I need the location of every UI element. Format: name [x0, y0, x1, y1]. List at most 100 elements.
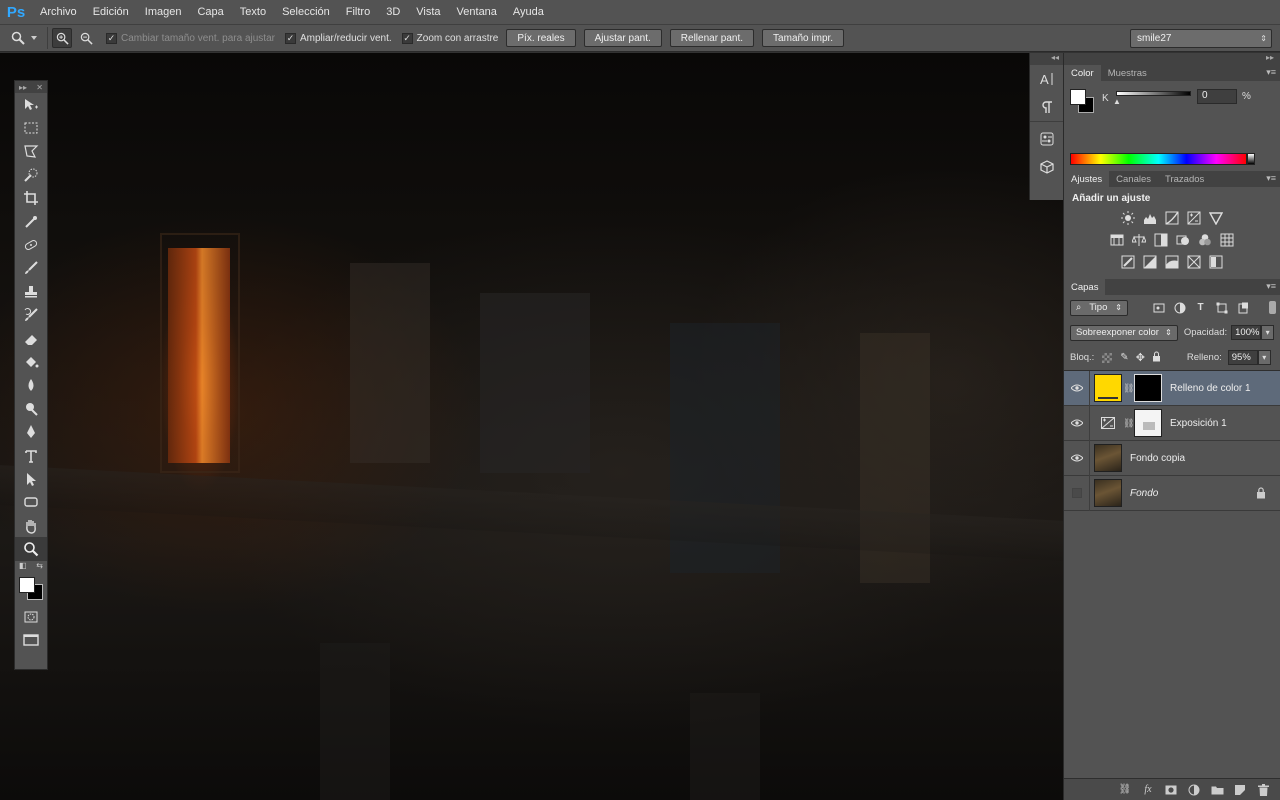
- new-layer-icon[interactable]: [1233, 783, 1247, 797]
- type-tool[interactable]: [15, 444, 47, 467]
- link-mask-icon[interactable]: ⛓: [1123, 383, 1134, 394]
- opacity-input[interactable]: 100%: [1231, 325, 1262, 340]
- layer-image-thumbnail[interactable]: [1094, 444, 1122, 472]
- tools-panel-header[interactable]: ▸▸ ✕: [15, 81, 47, 93]
- character-panel-button[interactable]: A: [1030, 65, 1064, 93]
- workspace-switcher[interactable]: smile27 ⇕: [1130, 29, 1272, 48]
- mask-icon[interactable]: [1164, 783, 1178, 797]
- black-white-ramp[interactable]: [1247, 153, 1255, 165]
- menu-filtro[interactable]: Filtro: [338, 0, 378, 24]
- layer-mask-thumbnail[interactable]: [1134, 374, 1162, 402]
- blend-mode-select[interactable]: Sobreexponer color ⇕: [1070, 324, 1178, 341]
- tab-swatches[interactable]: Muestras: [1101, 65, 1154, 81]
- filter-toggle[interactable]: [1269, 301, 1276, 314]
- quick-selection-tool[interactable]: [15, 163, 47, 186]
- panel-menu-icon[interactable]: ▾≡: [1266, 281, 1276, 292]
- pen-tool[interactable]: [15, 420, 47, 443]
- menu-archivo[interactable]: Archivo: [32, 0, 85, 24]
- move-tool[interactable]: [15, 93, 47, 116]
- layer-image-thumbnail[interactable]: [1094, 479, 1122, 507]
- menu-ayuda[interactable]: Ayuda: [505, 0, 552, 24]
- brightness-contrast-icon[interactable]: [1120, 210, 1136, 226]
- menu-edicion[interactable]: Edición: [85, 0, 137, 24]
- photo-filter-icon[interactable]: [1175, 232, 1191, 248]
- group-icon[interactable]: [1210, 783, 1224, 797]
- paragraph-panel-button[interactable]: [1030, 93, 1064, 121]
- screen-mode-button[interactable]: [15, 628, 47, 651]
- zoom-all-windows-checkbox[interactable]: ✓ Ampliar/reducir vent.: [284, 32, 392, 44]
- path-selection-tool[interactable]: [15, 467, 47, 490]
- swap-colors-icon[interactable]: ⇆: [36, 561, 43, 575]
- document-canvas[interactable]: [0, 53, 1063, 800]
- fill-input[interactable]: 95%: [1227, 350, 1258, 365]
- levels-icon[interactable]: [1142, 210, 1158, 226]
- link-mask-icon[interactable]: ⛓: [1123, 418, 1134, 429]
- shape-filter-icon[interactable]: [1215, 301, 1228, 314]
- invert-icon[interactable]: [1120, 254, 1136, 270]
- filter-kind-select[interactable]: ⌕ Tipo ⇕: [1070, 299, 1128, 316]
- layer-mask-thumbnail[interactable]: [1134, 409, 1162, 437]
- menu-capa[interactable]: Capa: [189, 0, 231, 24]
- menu-imagen[interactable]: Imagen: [137, 0, 190, 24]
- visibility-toggle[interactable]: [1064, 440, 1090, 476]
- posterize-icon[interactable]: [1142, 254, 1158, 270]
- crop-tool[interactable]: [15, 187, 47, 210]
- k-value-input[interactable]: 0: [1197, 89, 1237, 104]
- link-icon[interactable]: ⛓: [1118, 783, 1132, 797]
- opacity-slider-button[interactable]: ▾: [1261, 325, 1274, 340]
- threshold-icon[interactable]: [1164, 254, 1180, 270]
- fill-slider-button[interactable]: ▾: [1257, 350, 1271, 365]
- clone-stamp-tool[interactable]: [15, 280, 47, 303]
- layer-row[interactable]: Fondo: [1064, 475, 1280, 511]
- shape-tool[interactable]: [15, 491, 47, 514]
- zoom-out-button[interactable]: [76, 28, 96, 48]
- adjustment-filter-icon[interactable]: [1173, 301, 1186, 314]
- color-panel-foreground[interactable]: [1070, 89, 1086, 105]
- history-brush-tool[interactable]: [15, 304, 47, 327]
- 3d-panel-button[interactable]: [1030, 153, 1064, 181]
- adjustment-thumbnail[interactable]: [1094, 409, 1122, 437]
- brush-tool[interactable]: [15, 257, 47, 280]
- healing-brush-tool[interactable]: [15, 233, 47, 256]
- marquee-tool[interactable]: [15, 116, 47, 139]
- layer-row[interactable]: ⛓ Exposición 1: [1064, 405, 1280, 441]
- zoom-tool[interactable]: [15, 537, 47, 561]
- exposure-icon[interactable]: [1186, 210, 1202, 226]
- vibrance-icon[interactable]: [1208, 210, 1224, 226]
- gradient-map-icon[interactable]: [1208, 254, 1224, 270]
- panels-collapse-arrows[interactable]: ▸▸: [1064, 53, 1280, 65]
- tool-preset-picker[interactable]: [0, 27, 48, 49]
- pixel-filter-icon[interactable]: [1152, 301, 1165, 314]
- foreground-color[interactable]: [19, 576, 35, 593]
- layer-row[interactable]: ⛓ Relleno de color 1: [1064, 370, 1280, 406]
- eyedropper-tool[interactable]: [15, 210, 47, 233]
- black-white-icon[interactable]: [1153, 232, 1169, 248]
- selective-color-icon[interactable]: [1186, 254, 1202, 270]
- hue-saturation-icon[interactable]: [1109, 232, 1125, 248]
- k-slider[interactable]: [1116, 91, 1191, 96]
- menu-vista[interactable]: Vista: [408, 0, 448, 24]
- expand-icon[interactable]: ▸▸: [19, 83, 27, 92]
- hand-tool[interactable]: [15, 514, 47, 537]
- fit-screen-button[interactable]: Ajustar pant.: [583, 29, 662, 47]
- dodge-tool[interactable]: [15, 397, 47, 420]
- menu-seleccion[interactable]: Selección: [274, 0, 338, 24]
- lock-position-icon[interactable]: ✥: [1136, 351, 1145, 364]
- smart-object-filter-icon[interactable]: [1236, 301, 1249, 314]
- slider-thumb-icon[interactable]: ▲: [1113, 97, 1121, 106]
- tab-paths[interactable]: Trazados: [1158, 171, 1211, 187]
- lock-transparent-icon[interactable]: [1102, 352, 1113, 363]
- curves-icon[interactable]: [1164, 210, 1180, 226]
- actual-pixels-button[interactable]: Píx. reales: [506, 29, 576, 47]
- menu-3d[interactable]: 3D: [378, 0, 408, 24]
- close-icon[interactable]: ✕: [36, 83, 43, 92]
- visibility-toggle[interactable]: [1064, 370, 1090, 406]
- fill-color-thumbnail[interactable]: [1094, 374, 1122, 402]
- eraser-tool[interactable]: [15, 327, 47, 350]
- adjustment-icon[interactable]: [1187, 783, 1201, 797]
- fill-screen-button[interactable]: Rellenar pant.: [669, 29, 755, 47]
- lock-all-icon[interactable]: [1152, 351, 1161, 365]
- tab-channels[interactable]: Canales: [1109, 171, 1158, 187]
- fx-icon[interactable]: fx: [1141, 783, 1155, 797]
- color-spectrum[interactable]: [1070, 153, 1247, 165]
